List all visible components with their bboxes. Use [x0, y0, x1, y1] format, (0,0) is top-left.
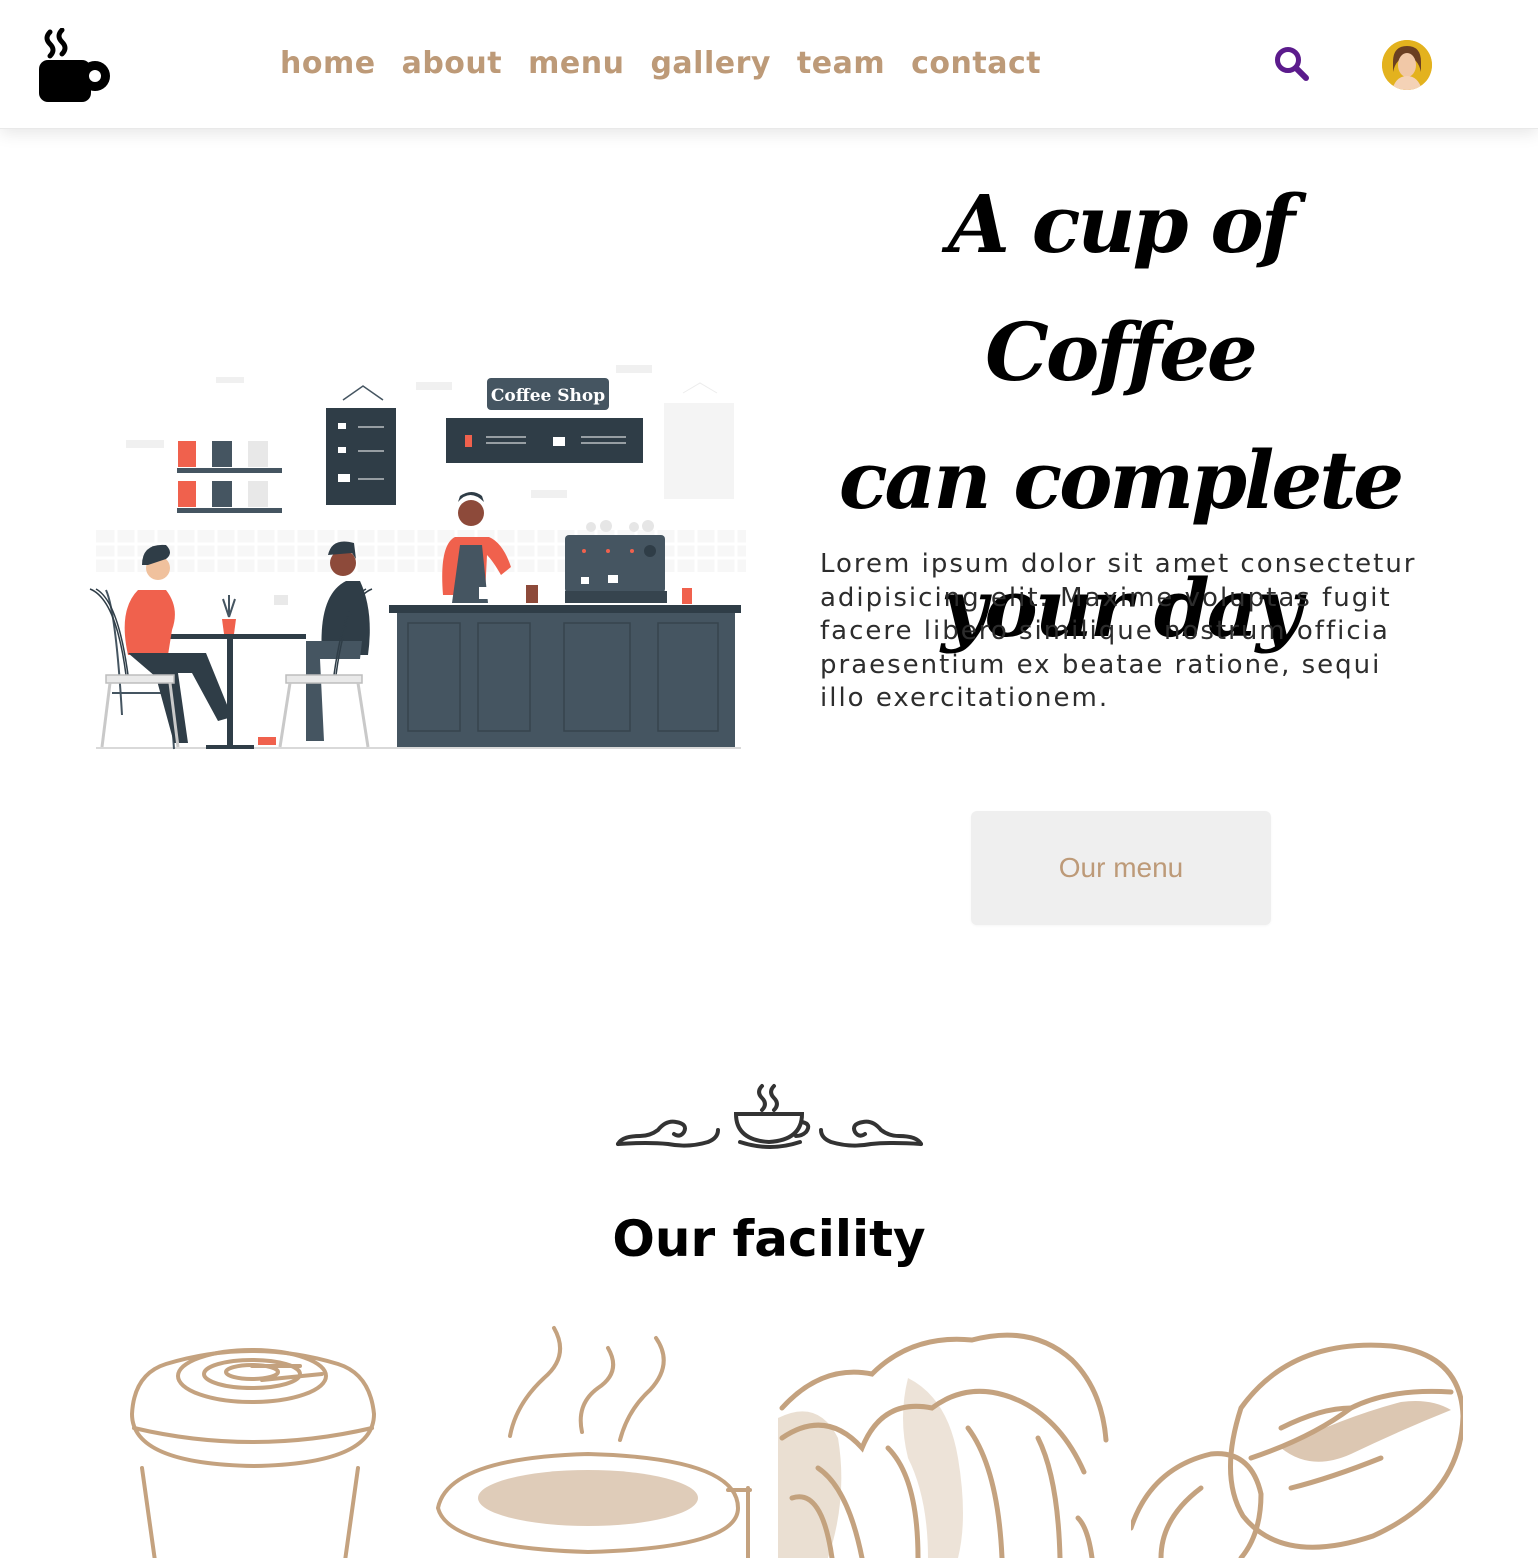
coffee-shop-sign-label: Coffee Shop — [491, 386, 605, 406]
hero-title-line-2: can complete — [838, 433, 1404, 527]
coffee-shop-sign: Coffee Shop — [487, 378, 609, 410]
coffee-mug-icon[interactable] — [36, 28, 114, 104]
coffee-cup-icon[interactable] — [428, 1318, 760, 1558]
facility-title: Our facility — [612, 1210, 926, 1268]
user-avatar[interactable] — [1382, 40, 1432, 90]
coffee-shop-illustration: Coffee Shop — [89, 365, 746, 750]
coffee-cup-ornament-icon — [616, 1084, 923, 1149]
avatar-face-icon — [1382, 40, 1432, 90]
nav-link-gallery[interactable]: gallery — [650, 46, 770, 81]
man-customer — [258, 541, 370, 745]
takeaway-cup-icon[interactable] — [122, 1318, 384, 1558]
nav-link-about[interactable]: about — [402, 46, 503, 81]
hero-title-line-1: A cup of Coffee — [947, 177, 1295, 399]
croissant-icon[interactable] — [778, 1318, 1110, 1558]
our-menu-button[interactable]: Our menu — [971, 811, 1271, 925]
nav-link-menu[interactable]: menu — [528, 46, 624, 81]
coffee-bean-icon[interactable] — [1131, 1318, 1463, 1558]
menu-board — [326, 385, 396, 505]
counter — [96, 605, 741, 749]
nav-link-home[interactable]: home — [280, 46, 376, 81]
shelves — [177, 441, 282, 513]
nav-link-team[interactable]: team — [797, 46, 885, 81]
hero-description: Lorem ipsum dolor sit amet consectetur a… — [820, 549, 1417, 714]
navbar: home about menu gallery team contact — [0, 0, 1538, 129]
woman-customer — [105, 544, 232, 750]
main-nav: home about menu gallery team contact — [280, 46, 1041, 81]
facility-row — [78, 1318, 1463, 1558]
search-icon[interactable] — [1272, 44, 1310, 84]
nav-link-contact[interactable]: contact — [911, 46, 1041, 81]
